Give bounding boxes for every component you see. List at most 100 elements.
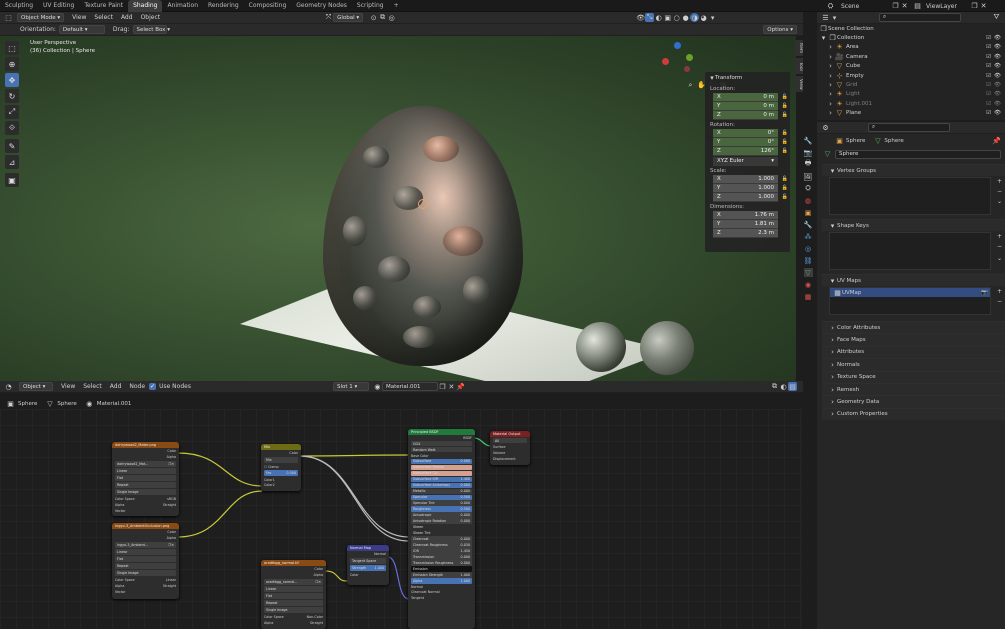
eye-icon[interactable]: 👁 [994,91,1001,97]
chevron-right-icon[interactable]: › [826,99,835,108]
collection-row[interactable]: ▾ ❒ Collection ☑ 👁 [817,33,1005,42]
add-icon[interactable]: + [997,233,1002,240]
scene-name[interactable]: Scene [841,3,891,10]
location-y-field[interactable]: Y 0 m 🔓 [713,102,788,111]
vertex-groups-panel[interactable]: ▾ Vertex Groups [822,164,1005,176]
interpolation-dropdown[interactable]: Linear [264,586,323,592]
workspace-tab-animation[interactable]: Animation [162,0,203,12]
snap-icon[interactable]: ⧉ [770,382,779,391]
projection-dropdown[interactable]: Flat [264,593,323,599]
checkbox-icon[interactable]: ☑ [986,73,991,79]
outliner-item-cube[interactable]: › ▽ Cube ☑ 👁 [817,62,1005,71]
data-tab-icon[interactable]: ▽ [803,268,813,277]
overlay-icon[interactable]: ◐ [654,13,663,22]
bsdf-specular-tint-field[interactable]: Specular Tint 0.000 [411,500,472,506]
chevron-down-icon[interactable]: ⌄ [997,198,1002,205]
tool-tab-icon[interactable]: 🔧 [804,136,813,145]
cursor-icon[interactable]: ⊕ [5,57,19,71]
bsdf-sheen-tint-field[interactable]: Sheen Tint [411,530,472,535]
close-icon[interactable]: ✕ [900,2,909,11]
viewlayer-icon[interactable]: ▤ [913,2,922,11]
clamp-checkbox[interactable]: ☐ Clamp [264,465,279,469]
panel-color-attributes[interactable]: › Color Attributes [822,321,1005,334]
menu-object[interactable]: Object [137,14,165,21]
panel-face-maps[interactable]: › Face Maps [822,333,1005,346]
lock-icon[interactable]: 🔓 [782,103,788,109]
panel-custom-properties[interactable]: › Custom Properties [822,407,1005,421]
extension-dropdown[interactable]: Repeat [264,600,323,606]
checkbox-icon[interactable]: ☑ [986,35,991,41]
source-dropdown[interactable]: Single Image [115,570,176,576]
scale-y-field[interactable]: Y 1.000 🔓 [713,184,788,193]
dimensions-z-field[interactable]: Z 2.3 m [713,229,778,238]
alpha-value[interactable]: Straight [163,503,176,507]
image-texture-node-2[interactable]: ingyo-3_AmbientOcclusion.png Color Alpha… [112,523,179,599]
mesh-name-field[interactable]: Sphere [835,149,1001,159]
menu-node[interactable]: Node [125,383,149,390]
bsdf-transmission-roughness-field[interactable]: Transmission Roughness 0.000 [411,560,472,566]
workspace-tab-scripting[interactable]: Scripting [352,0,389,12]
menu-add[interactable]: Add [106,383,126,390]
source-dropdown[interactable]: Single Image [264,607,323,613]
extension-dropdown[interactable]: Repeat [115,563,176,569]
eye-icon[interactable]: 👁 [994,63,1001,69]
editor-type-icon[interactable]: ◔ [4,382,13,391]
outliner-item-light[interactable]: › ☀ Light ☑ 👁 [817,90,1005,99]
strength-slider[interactable]: Strength 1.000 [350,565,386,571]
space-dropdown[interactable]: Tangent Space [350,558,386,564]
image-selector[interactable]: aradtbgg_normal... ❐✕ [264,579,323,585]
outliner-item-camera[interactable]: › 🎥 Camera ☑ 👁 [817,52,1005,61]
outliner-item-plane[interactable]: › ▽ Plane ☑ 👁 [817,109,1005,118]
bsdf-subsurface-anisotropy-field[interactable]: Subsurface Anisotropy 0.000 [411,482,472,488]
chevron-right-icon[interactable]: › [828,398,837,407]
bsdf-subsurface-field[interactable]: Subsurface 0.000 [411,458,472,464]
tab-view[interactable]: View [795,76,803,92]
tab-tool[interactable]: Tool [795,58,803,74]
target-dropdown[interactable]: All [493,438,527,443]
extension-dropdown[interactable]: Repeat [115,482,176,488]
snap-icon[interactable]: ⧉ [378,13,387,22]
copy-icon[interactable]: ❐ [438,382,447,391]
checkbox-icon[interactable]: ☑ [986,82,991,88]
gizmo-icon[interactable]: ⤡ [645,13,655,22]
image-selector[interactable]: ingyo-3_Ambient... ❐✕ [115,542,176,548]
menu-view[interactable]: View [68,14,90,21]
image-selector[interactable]: dohrywood2_Mat... ❐✕ [115,461,176,467]
copy-icon[interactable]: ❐ [891,2,900,11]
scene-collection-row[interactable]: ❒ Scene Collection [817,24,1005,33]
dimensions-x-field[interactable]: X 1.76 m [713,211,778,220]
bsdf-sheen-field[interactable]: Sheen [411,524,472,529]
scene-icon[interactable]: ⛭ [826,2,835,11]
bsdf-transmission-field[interactable]: Transmission 0.000 [411,554,472,560]
workspace-tab-uv-editing[interactable]: UV Editing [38,0,79,12]
chevron-right-icon[interactable]: › [828,360,837,369]
outliner-item-light-001[interactable]: › ☀ Light.001 ☑ 👁 [817,99,1005,108]
chevron-down-icon[interactable]: ▾ [828,276,837,285]
orientation-icon[interactable]: ⤧ [324,13,333,22]
transform-orientation-dropdown[interactable]: Global ▾ [333,13,364,22]
rotation-z-field[interactable]: Z 126° 🔓 [713,147,788,156]
scale-icon[interactable]: ⤢ [5,105,19,119]
chevron-right-icon[interactable]: › [826,81,835,90]
projection-dropdown[interactable]: Flat [115,556,176,562]
chevron-right-icon[interactable]: › [826,71,835,80]
wireframe-shading-icon[interactable]: ○ [672,13,681,22]
principled-bsdf-node[interactable]: Principled BSDF BSDF GGX Random Walk Bas… [408,429,475,629]
material-output-node[interactable]: Material Output All Surface Volume Displ… [490,431,530,465]
interpolation-dropdown[interactable]: Linear [115,468,176,474]
zoom-icon[interactable]: ⌕ [686,81,695,90]
properties-icon[interactable]: ⚙ [821,123,830,132]
subsurface-method-dropdown[interactable]: Random Walk [411,447,472,452]
panel-normals[interactable]: › Normals [822,358,1005,371]
checkbox-icon[interactable]: ☑ [986,44,991,50]
add-icon[interactable]: + [997,178,1002,185]
panel-remesh[interactable]: › Remesh [822,382,1005,396]
editor-type-icon[interactable]: ⬚ [4,13,13,22]
material-shading-icon[interactable]: ◑ [690,13,700,22]
chevron-right-icon[interactable]: › [826,52,835,61]
lock-icon[interactable]: 🔓 [782,94,788,100]
chevron-right-icon[interactable]: › [828,323,837,332]
outliner-icon[interactable]: ☰ [821,13,830,22]
filter-funnel-icon[interactable]: ⛛ [992,13,1001,22]
bsdf-emission-strength-field[interactable]: Emission Strength 1.000 [411,572,472,578]
